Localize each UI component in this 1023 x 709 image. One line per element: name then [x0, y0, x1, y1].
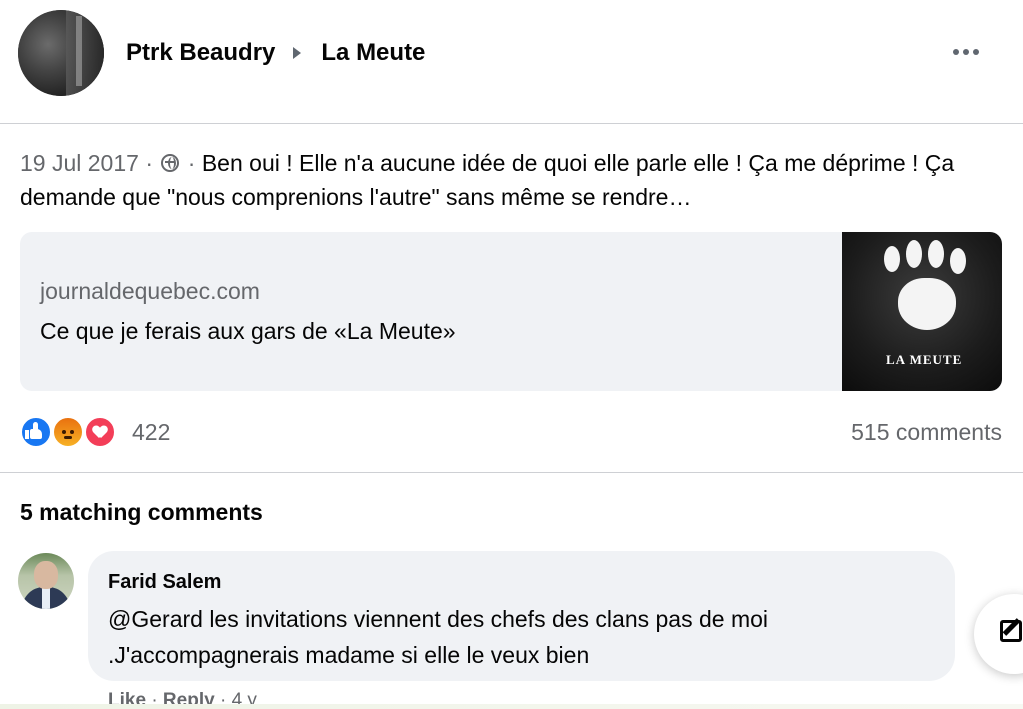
- link-title: Ce que je ferais aux gars de «La Meute»: [40, 318, 456, 344]
- divider: [0, 472, 1023, 473]
- post-page: Ptrk Beaudry La Meute 19 Jul 2017 · · Be…: [0, 0, 1023, 709]
- separator: ·: [187, 150, 196, 176]
- comment-count[interactable]: 515 comments: [851, 419, 1002, 446]
- reactions-row: 422 515 comments: [20, 414, 1002, 452]
- thumbnail-label: LA MEUTE: [886, 352, 963, 367]
- angry-reaction-icon[interactable]: [52, 416, 84, 448]
- link-thumbnail: LA MEUTE: [842, 232, 1002, 391]
- arrow-right-icon: [293, 47, 302, 59]
- post-header-names: Ptrk Beaudry La Meute: [126, 37, 425, 69]
- like-reaction-icon[interactable]: [20, 416, 52, 448]
- group-name[interactable]: La Meute: [321, 39, 425, 67]
- link-preview-card[interactable]: journaldequebec.com Ce que je ferais aux…: [20, 232, 1002, 391]
- comment-author[interactable]: Farid Salem: [108, 571, 221, 594]
- comment-bubble: Farid Salem @Gerard les invitations vien…: [88, 551, 955, 681]
- post-header: Ptrk Beaudry La Meute: [0, 0, 1023, 124]
- post-date[interactable]: 19 Jul 2017: [20, 150, 139, 176]
- compose-button[interactable]: [974, 594, 1023, 674]
- author-name[interactable]: Ptrk Beaudry: [126, 39, 275, 67]
- post-text: Ben oui ! Elle n'a aucune idée de quoi e…: [20, 150, 955, 210]
- bottom-edge: [0, 704, 1023, 709]
- commenter-avatar[interactable]: [18, 553, 74, 609]
- compose-icon: [1000, 620, 1022, 642]
- more-options-icon[interactable]: [948, 36, 984, 68]
- globe-icon: [161, 154, 180, 172]
- author-avatar[interactable]: [18, 10, 104, 96]
- matching-comments-title: 5 matching comments: [20, 499, 263, 525]
- comment-text: @Gerard les invitations viennent des che…: [108, 606, 769, 668]
- love-reaction-icon[interactable]: [84, 416, 116, 448]
- reaction-count[interactable]: 422: [132, 419, 170, 446]
- post-body: 19 Jul 2017 · · Ben oui ! Elle n'a aucun…: [20, 146, 1010, 214]
- link-domain: journaldequebec.com: [40, 278, 260, 304]
- separator: ·: [145, 150, 153, 176]
